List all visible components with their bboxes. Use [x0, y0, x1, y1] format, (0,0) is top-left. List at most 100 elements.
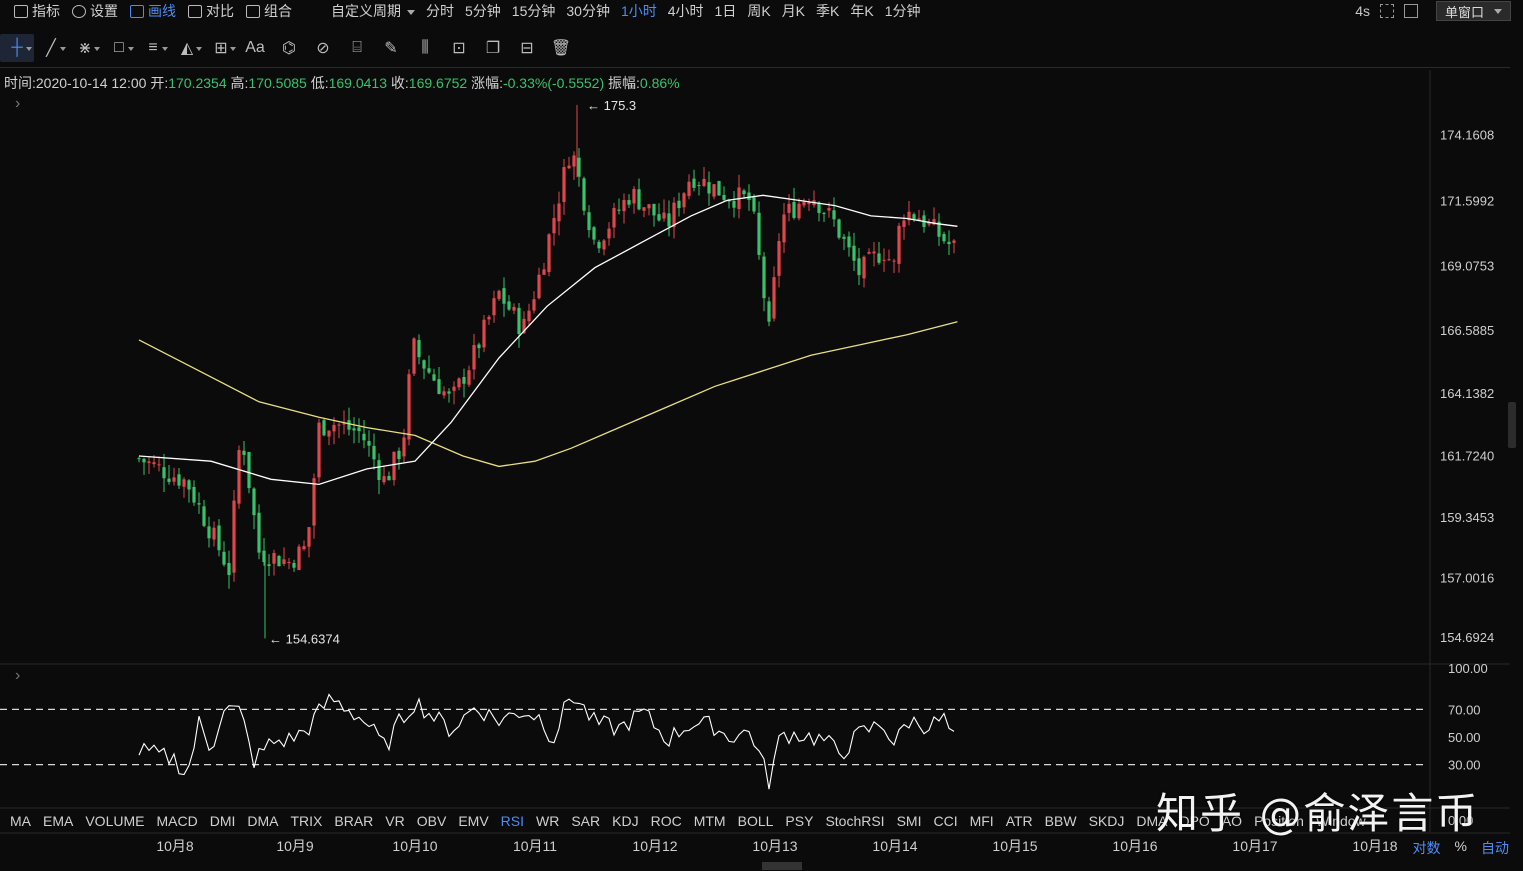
indicator-tab[interactable]: PSY — [785, 813, 813, 829]
candle-body — [827, 208, 831, 211]
candle-body — [667, 213, 671, 227]
candle-body — [472, 345, 476, 370]
indicator-tab[interactable]: BOLL — [738, 813, 774, 829]
indicator-tab[interactable]: KDJ — [612, 813, 638, 829]
indicator-tab[interactable]: VR — [385, 813, 404, 829]
indicator-tab[interactable]: RSI — [501, 813, 524, 829]
candle-body — [302, 546, 306, 550]
side-panel-handle[interactable] — [1508, 402, 1516, 448]
indicator-tab[interactable]: DMI — [210, 813, 236, 829]
candle-body — [217, 525, 221, 551]
candle-body — [592, 227, 596, 240]
time-tick-label: 10月12 — [632, 838, 677, 854]
candle-body — [677, 200, 681, 209]
candle-body — [362, 433, 366, 441]
indicator-tab[interactable]: ATR — [1006, 813, 1033, 829]
percent-scale-toggle[interactable]: % — [1455, 838, 1467, 858]
candle-body — [432, 374, 436, 381]
indicator-tab[interactable]: MA — [10, 813, 31, 829]
candle-body — [682, 193, 686, 208]
candle-body — [597, 241, 601, 249]
candle-body — [292, 562, 296, 568]
candle-body — [657, 214, 661, 221]
candle-body — [732, 201, 736, 208]
price-tick-label: 159.3453 — [1440, 510, 1494, 525]
indicator-tab[interactable]: SKDJ — [1089, 813, 1125, 829]
price-tick-label: 154.6924 — [1440, 630, 1494, 645]
candle-body — [162, 467, 166, 479]
chart-canvas[interactable]: › › 174.1608 171.5992 169.0753 166.5885 164.13… — [0, 0, 1523, 871]
price-tick-label: 157.0016 — [1440, 570, 1494, 585]
time-tick-label: 10月9 — [276, 838, 314, 854]
max-price-marker: ← 175.3 — [587, 98, 636, 113]
candle-body — [407, 374, 411, 440]
candle-body — [357, 427, 361, 432]
candle-body — [807, 202, 811, 205]
candle-body — [877, 253, 881, 263]
candle-body — [352, 428, 356, 431]
candle-body — [757, 212, 761, 255]
candle-body — [452, 386, 456, 391]
candle-body — [782, 214, 786, 243]
indicator-tab[interactable]: MTM — [694, 813, 726, 829]
indicator-tab[interactable]: MACD — [156, 813, 197, 829]
candle-body — [762, 256, 766, 299]
min-price-marker: ← 154.6374 — [269, 631, 340, 646]
indicator-tab[interactable]: TRIX — [291, 813, 323, 829]
candle-body — [792, 201, 796, 218]
candle-body — [137, 458, 141, 460]
candle-body — [687, 181, 691, 196]
candle-body — [172, 477, 176, 482]
candle-body — [202, 506, 206, 526]
indicator-tab[interactable]: WR — [536, 813, 559, 829]
indicator-tab[interactable]: OBV — [417, 813, 447, 829]
candle-body — [852, 245, 856, 261]
rsi-tick-label: 50.00 — [1448, 730, 1481, 745]
candle-body — [642, 207, 646, 211]
time-tick-label: 10月14 — [872, 838, 917, 854]
rsi-line — [138, 693, 955, 790]
candle-body — [312, 478, 316, 526]
auto-scale-toggle[interactable]: 自动 — [1481, 838, 1509, 858]
price-tick-label: 166.5885 — [1440, 323, 1494, 338]
indicator-tab[interactable]: SAR — [571, 813, 600, 829]
candle-body — [857, 258, 861, 276]
candle-body — [397, 450, 401, 460]
rsi-tick-label: 70.00 — [1448, 702, 1481, 717]
candle-body — [902, 220, 906, 227]
indicator-tab[interactable]: MFI — [970, 813, 994, 829]
indicator-tab[interactable]: BBW — [1045, 813, 1077, 829]
indicator-tab[interactable]: StochRSI — [825, 813, 884, 829]
bottom-scroll-handle[interactable] — [762, 862, 802, 870]
indicator-tab[interactable]: ROC — [651, 813, 682, 829]
candle-body — [142, 458, 146, 463]
candle-body — [477, 344, 481, 349]
candle-body — [882, 259, 886, 261]
candle-body — [187, 480, 191, 490]
rsi-tick-label: 100.00 — [1448, 661, 1488, 676]
indicator-tab[interactable]: EMA — [43, 813, 73, 829]
price-tick-label: 174.1608 — [1440, 127, 1494, 142]
candle-body — [267, 564, 271, 567]
candle-body — [887, 259, 891, 261]
log-scale-toggle[interactable]: 对数 — [1413, 838, 1441, 858]
candle-body — [952, 240, 956, 243]
candle-body — [547, 234, 551, 272]
candle-body — [322, 420, 326, 436]
indicator-tab[interactable]: BRAR — [334, 813, 373, 829]
candle-body — [752, 197, 756, 212]
watermark: 知乎 @俞泽言币 — [1156, 789, 1480, 838]
candle-body — [227, 562, 231, 575]
candle-body — [772, 277, 776, 319]
indicator-tab[interactable]: VOLUME — [85, 813, 144, 829]
time-tick-label: 10月16 — [1112, 838, 1157, 854]
candle-body — [692, 178, 696, 188]
candle-body — [512, 306, 516, 311]
indicator-tab[interactable]: SMI — [897, 813, 922, 829]
candle-body — [482, 319, 486, 348]
indicator-tab[interactable]: EMV — [458, 813, 488, 829]
candle-body — [197, 503, 201, 505]
candle-body — [367, 441, 371, 446]
indicator-tab[interactable]: DMA — [247, 813, 278, 829]
indicator-tab[interactable]: CCI — [933, 813, 957, 829]
